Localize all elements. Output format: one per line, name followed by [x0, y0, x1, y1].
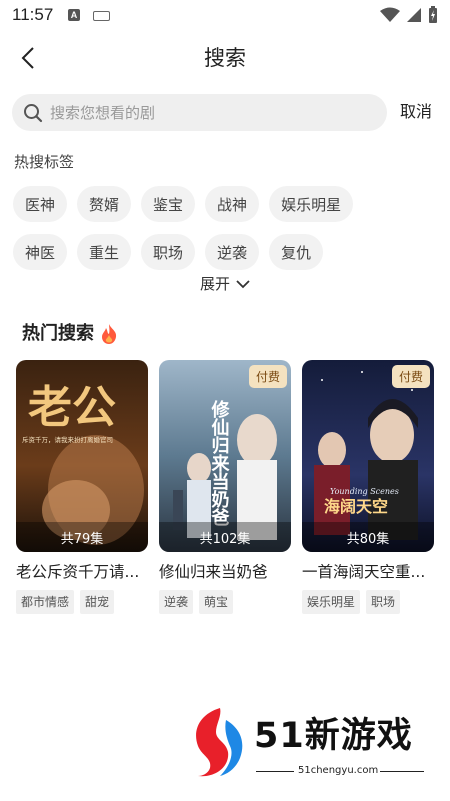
tag-chip[interactable]: 医神	[13, 186, 68, 222]
poster-image[interactable]: 修仙归来当奶爸 付费 共102集	[159, 360, 291, 552]
hot-tags-label: 热搜标签	[14, 153, 75, 171]
chevron-down-icon	[236, 279, 250, 288]
hot-search-title: 热门搜索	[22, 322, 118, 346]
battery-icon	[429, 6, 437, 23]
chevron-left-icon	[21, 47, 34, 69]
drama-card[interactable]: 修仙归来当奶爸 付费 共102集 修仙归来当奶爸 逆袭 萌宝	[159, 360, 291, 614]
keyboard-icon	[93, 11, 110, 21]
watermark: 51新游戏 51chengyu.com	[190, 706, 440, 786]
tag-chip[interactable]: 娱乐明星	[269, 186, 354, 222]
poster-title: 修仙归来当奶爸	[209, 399, 231, 526]
flame-icon	[102, 324, 117, 344]
episode-count: 共102集	[159, 522, 291, 552]
status-time: 11:57	[12, 5, 54, 24]
tag-chip[interactable]: 战神	[205, 186, 260, 222]
poster-title: 老公	[28, 382, 116, 433]
watermark-logo-icon	[196, 708, 243, 777]
hot-search-label: 热门搜索	[22, 323, 94, 344]
status-icons	[380, 6, 438, 24]
signal-icon	[407, 8, 421, 22]
a-notification-icon: A	[68, 9, 80, 21]
poster-image[interactable]: 海阔天空 Younding Scenes 付费 共80集	[302, 360, 434, 552]
page-title: 搜索	[204, 46, 246, 70]
genre-tag[interactable]: 职场	[366, 590, 401, 614]
hot-search-list: 老公 斥资千万，请我来扮打离婚官司 共79集 老公斥资千万请... 都市情感 甜…	[16, 360, 436, 614]
poster-subtitle: Younding Scenes	[330, 487, 399, 496]
tag-chip[interactable]: 职场	[141, 234, 196, 270]
hot-tags: 医神 赘婿 鉴宝 战神 娱乐明星 神医 重生 职场 逆袭 复仇	[13, 186, 443, 282]
paid-badge: 付费	[248, 365, 287, 388]
drama-tags: 逆袭 萌宝	[159, 590, 291, 614]
tag-chip[interactable]: 赘婿	[77, 186, 132, 222]
tag-chip[interactable]: 神医	[13, 234, 68, 270]
paid-badge: 付费	[391, 365, 430, 388]
drama-tags: 娱乐明星 职场	[302, 590, 434, 614]
genre-tag[interactable]: 甜宠	[80, 590, 115, 614]
cancel-button[interactable]: 取消	[400, 100, 432, 124]
watermark-brand: 51新游戏	[254, 716, 413, 756]
drama-title[interactable]: 修仙归来当奶爸	[159, 561, 291, 583]
wifi-icon	[380, 7, 400, 22]
tag-row: 医神 赘婿 鉴宝 战神 娱乐明星	[13, 186, 443, 222]
drama-title[interactable]: 老公斥资千万请...	[16, 561, 148, 583]
drama-title[interactable]: 一首海阔天空重...	[302, 561, 434, 583]
search-icon	[24, 103, 43, 122]
expand-button[interactable]: 展开	[0, 273, 450, 294]
poster-subtitle: 斥资千万，请我来扮打离婚官司	[22, 435, 113, 444]
poster-image[interactable]: 老公 斥资千万，请我来扮打离婚官司 共79集	[16, 360, 148, 552]
genre-tag[interactable]: 都市情感	[16, 590, 75, 614]
drama-tags: 都市情感 甜宠	[16, 590, 148, 614]
divider	[256, 771, 294, 772]
search-input[interactable]	[50, 103, 350, 122]
genre-tag[interactable]: 萌宝	[199, 590, 234, 614]
tag-chip[interactable]: 鉴宝	[141, 186, 196, 222]
drama-card[interactable]: 老公 斥资千万，请我来扮打离婚官司 共79集 老公斥资千万请... 都市情感 甜…	[16, 360, 148, 614]
poster-title: 海阔天空	[324, 497, 388, 516]
genre-tag[interactable]: 娱乐明星	[302, 590, 361, 614]
episode-count: 共79集	[16, 522, 148, 552]
episode-count: 共80集	[302, 522, 434, 552]
tag-chip[interactable]: 重生	[77, 234, 132, 270]
genre-tag[interactable]: 逆袭	[159, 590, 194, 614]
expand-label: 展开	[199, 275, 230, 293]
back-button[interactable]	[14, 44, 42, 72]
drama-card[interactable]: 海阔天空 Younding Scenes 付费 共80集 一首海阔天空重... …	[302, 360, 434, 614]
tag-row: 神医 重生 职场 逆袭 复仇	[13, 234, 443, 270]
watermark-url: 51chengyu.com	[298, 765, 379, 776]
status-bar: 11:57 A	[0, 0, 450, 32]
tag-chip[interactable]: 复仇	[269, 234, 324, 270]
divider	[380, 771, 424, 772]
search-box[interactable]	[12, 94, 387, 131]
tag-chip[interactable]: 逆袭	[205, 234, 260, 270]
